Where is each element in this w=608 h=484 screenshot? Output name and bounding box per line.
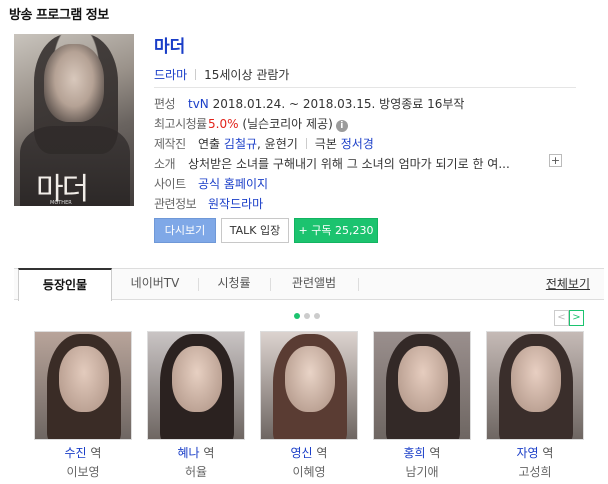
- cast-card[interactable]: 영신 역이혜영: [260, 331, 358, 480]
- poster-face: [44, 44, 104, 122]
- cast-actor[interactable]: 이보영: [34, 463, 132, 480]
- cast-photo-face: [398, 346, 448, 412]
- info-link[interactable]: tvN: [188, 97, 209, 111]
- cast-role[interactable]: 수진 역: [34, 444, 132, 461]
- cast-photo-face: [59, 346, 109, 412]
- info-row: 소개 상처받은 소녀를 구해내기 위해 그 소녀의 엄마가 되기로 한 여...: [154, 155, 510, 172]
- cast-photo-face: [511, 346, 561, 412]
- talk-button[interactable]: TALK 입장: [221, 218, 289, 243]
- info-key: 최고시청률: [154, 117, 207, 131]
- cast-role-name[interactable]: 홍희: [404, 446, 426, 460]
- genre-rating-row: 드라마 15세이상 관람가: [154, 66, 289, 83]
- cast-photo-face: [172, 346, 222, 412]
- cast-role-suffix: 역: [312, 446, 328, 460]
- info-link[interactable]: 공식 홈페이지: [198, 177, 268, 191]
- info-row: 제작진 연출 김철규, 윤현기 극본 정서경: [154, 135, 374, 152]
- cast-role-name[interactable]: 수진: [65, 446, 87, 460]
- cast-actor[interactable]: 이혜영: [260, 463, 358, 480]
- subscribe-button[interactable]: + 구독 25,230: [294, 218, 378, 243]
- genre-link[interactable]: 드라마: [154, 68, 187, 82]
- info-row: 최고시청률5.0% (닐슨코리아 제공) i: [154, 115, 348, 132]
- cast-actor[interactable]: 남기애: [373, 463, 471, 480]
- cast-card[interactable]: 수진 역이보영: [34, 331, 132, 480]
- info-value: 극본: [314, 137, 341, 151]
- info-value: (닐슨코리아 제공): [238, 117, 333, 131]
- cast-card[interactable]: 혜나 역허율: [147, 331, 245, 480]
- cast-role[interactable]: 혜나 역: [147, 444, 245, 461]
- cast-role-suffix: 역: [199, 446, 215, 460]
- cast-role[interactable]: 홍희 역: [373, 444, 471, 461]
- expand-synopsis-button[interactable]: +: [549, 154, 562, 167]
- tab-navertv[interactable]: 네이버TV: [112, 268, 198, 300]
- tab-albums[interactable]: 관련앨범: [270, 268, 358, 300]
- cast-photo[interactable]: [373, 331, 471, 440]
- next-page-button[interactable]: >: [569, 310, 584, 326]
- info-value: 2018.01.24. ~ 2018.03.15. 방영종료 16부작: [208, 97, 465, 111]
- info-row: 사이트 공식 홈페이지: [154, 175, 268, 192]
- view-all-link[interactable]: 전체보기: [546, 269, 590, 301]
- rating-text: 15세이상 관람가: [204, 68, 290, 82]
- cast-actor[interactable]: 고성희: [486, 463, 584, 480]
- tab-bar: 등장인물 네이버TV 시청률 관련앨범 전체보기: [14, 268, 604, 301]
- divider: [305, 138, 307, 149]
- carousel-dot[interactable]: [294, 313, 300, 319]
- cast-role-name[interactable]: 자영: [517, 446, 539, 460]
- tab-ratings[interactable]: 시청률: [198, 268, 270, 300]
- info-value: 연출: [198, 137, 224, 151]
- carousel-pager: < >: [554, 310, 584, 326]
- replay-button[interactable]: 다시보기: [154, 218, 216, 243]
- info-link[interactable]: 원작드라마: [208, 197, 263, 211]
- carousel-dot[interactable]: [304, 313, 310, 319]
- cast-role-name[interactable]: 혜나: [178, 446, 200, 460]
- info-link[interactable]: 정서경: [341, 137, 374, 151]
- info-value: 5.0%: [208, 117, 239, 131]
- cast-photo-face: [285, 346, 335, 412]
- cast-photo[interactable]: [34, 331, 132, 440]
- poster-subtitle: MOTHER: [50, 200, 72, 206]
- cast-role-name[interactable]: 영신: [291, 446, 313, 460]
- cast-photo[interactable]: [147, 331, 245, 440]
- info-key: 사이트: [154, 177, 186, 191]
- info-key: 소개: [154, 157, 176, 171]
- info-key: 관련정보: [154, 197, 197, 211]
- info-key: 편성: [154, 97, 176, 111]
- cast-role-suffix: 역: [425, 446, 441, 460]
- divider-line: [154, 87, 576, 88]
- info-key: 제작진: [154, 137, 186, 151]
- info-icon[interactable]: i: [335, 120, 348, 132]
- cast-photo[interactable]: [260, 331, 358, 440]
- info-row: 관련정보 원작드라마: [154, 195, 263, 212]
- tab-cast[interactable]: 등장인물: [18, 268, 112, 301]
- cast-card[interactable]: 홍희 역남기애: [373, 331, 471, 480]
- cast-photo[interactable]: [486, 331, 584, 440]
- cast-role[interactable]: 영신 역: [260, 444, 358, 461]
- info-value: , 윤현기: [257, 137, 298, 151]
- prev-page-button[interactable]: <: [554, 310, 569, 326]
- tab-divider: [358, 278, 359, 291]
- cast-card[interactable]: 자영 역고성희: [486, 331, 584, 480]
- drama-poster[interactable]: 마더 MOTHER: [14, 34, 134, 206]
- info-link[interactable]: 김철규: [224, 137, 257, 151]
- carousel-dot[interactable]: [314, 313, 320, 319]
- program-title-link[interactable]: 마더: [154, 32, 185, 57]
- info-row: 편성 tvN 2018.01.24. ~ 2018.03.15. 방영종료 16부…: [154, 95, 464, 112]
- cast-role[interactable]: 자영 역: [486, 444, 584, 461]
- cast-role-suffix: 역: [538, 446, 554, 460]
- section-title: 방송 프로그램 정보: [9, 8, 109, 23]
- cast-actor[interactable]: 허율: [147, 463, 245, 480]
- cast-role-suffix: 역: [86, 446, 102, 460]
- divider: [195, 69, 197, 80]
- info-value: 상처받은 소녀를 구해내기 위해 그 소녀의 엄마가 되기로 한 여...: [188, 157, 510, 171]
